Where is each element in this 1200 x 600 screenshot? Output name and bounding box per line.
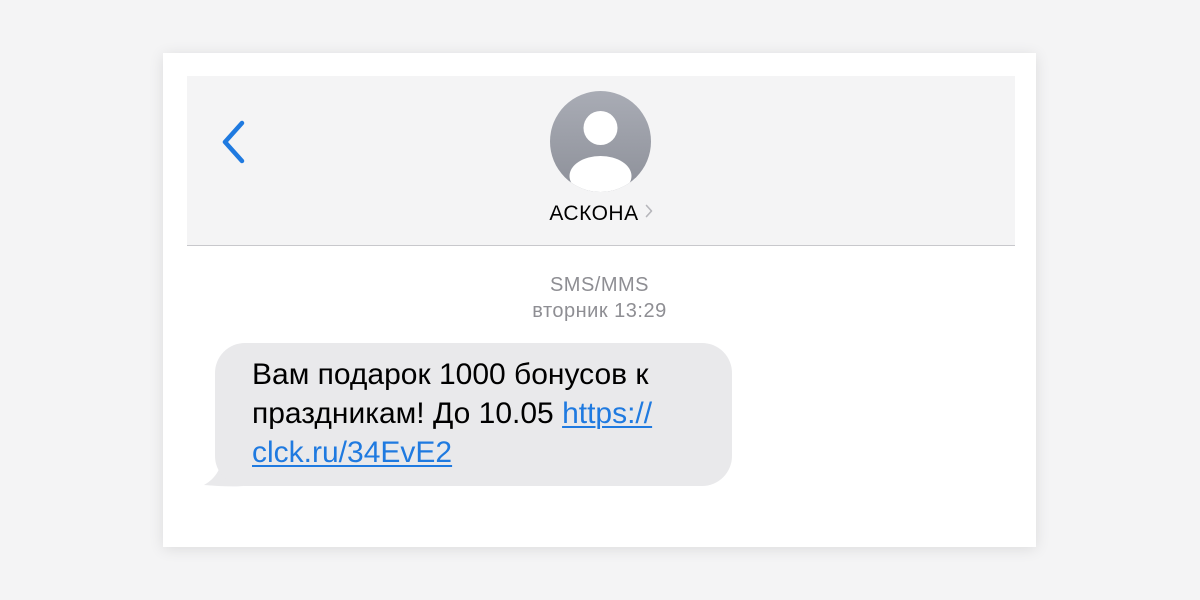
incoming-message-bubble[interactable]: Вам подарок 1000 бонусов к праздникам! Д… <box>215 343 732 486</box>
avatar[interactable] <box>550 91 651 192</box>
message-bubble-container: Вам подарок 1000 бонусов к праздникам! Д… <box>204 343 732 487</box>
message-link-part-2: clck.ru/34EvE2 <box>252 436 453 469</box>
person-silhouette-icon <box>569 111 632 192</box>
message-link-part-1: https:// <box>562 397 653 430</box>
service-label: SMS/MMS <box>549 274 650 296</box>
chevron-left-icon <box>222 120 245 164</box>
contact-name: АСКОНА <box>549 202 639 225</box>
messages-card: АСКОНА SMS/MMS вторник 13:29 Вам подарок… <box>163 53 1036 547</box>
message-timestamp: вторник 13:29 <box>532 300 667 322</box>
screenshot-frame: АСКОНА SMS/MMS вторник 13:29 Вам подарок… <box>0 0 1200 600</box>
thread-meta: SMS/MMS вторник 13:29 <box>163 272 1036 324</box>
contact-name-button[interactable]: АСКОНА <box>187 202 1015 226</box>
conversation-header: АСКОНА <box>187 76 1015 246</box>
back-button[interactable] <box>217 118 253 166</box>
chevron-right-icon <box>645 200 653 224</box>
